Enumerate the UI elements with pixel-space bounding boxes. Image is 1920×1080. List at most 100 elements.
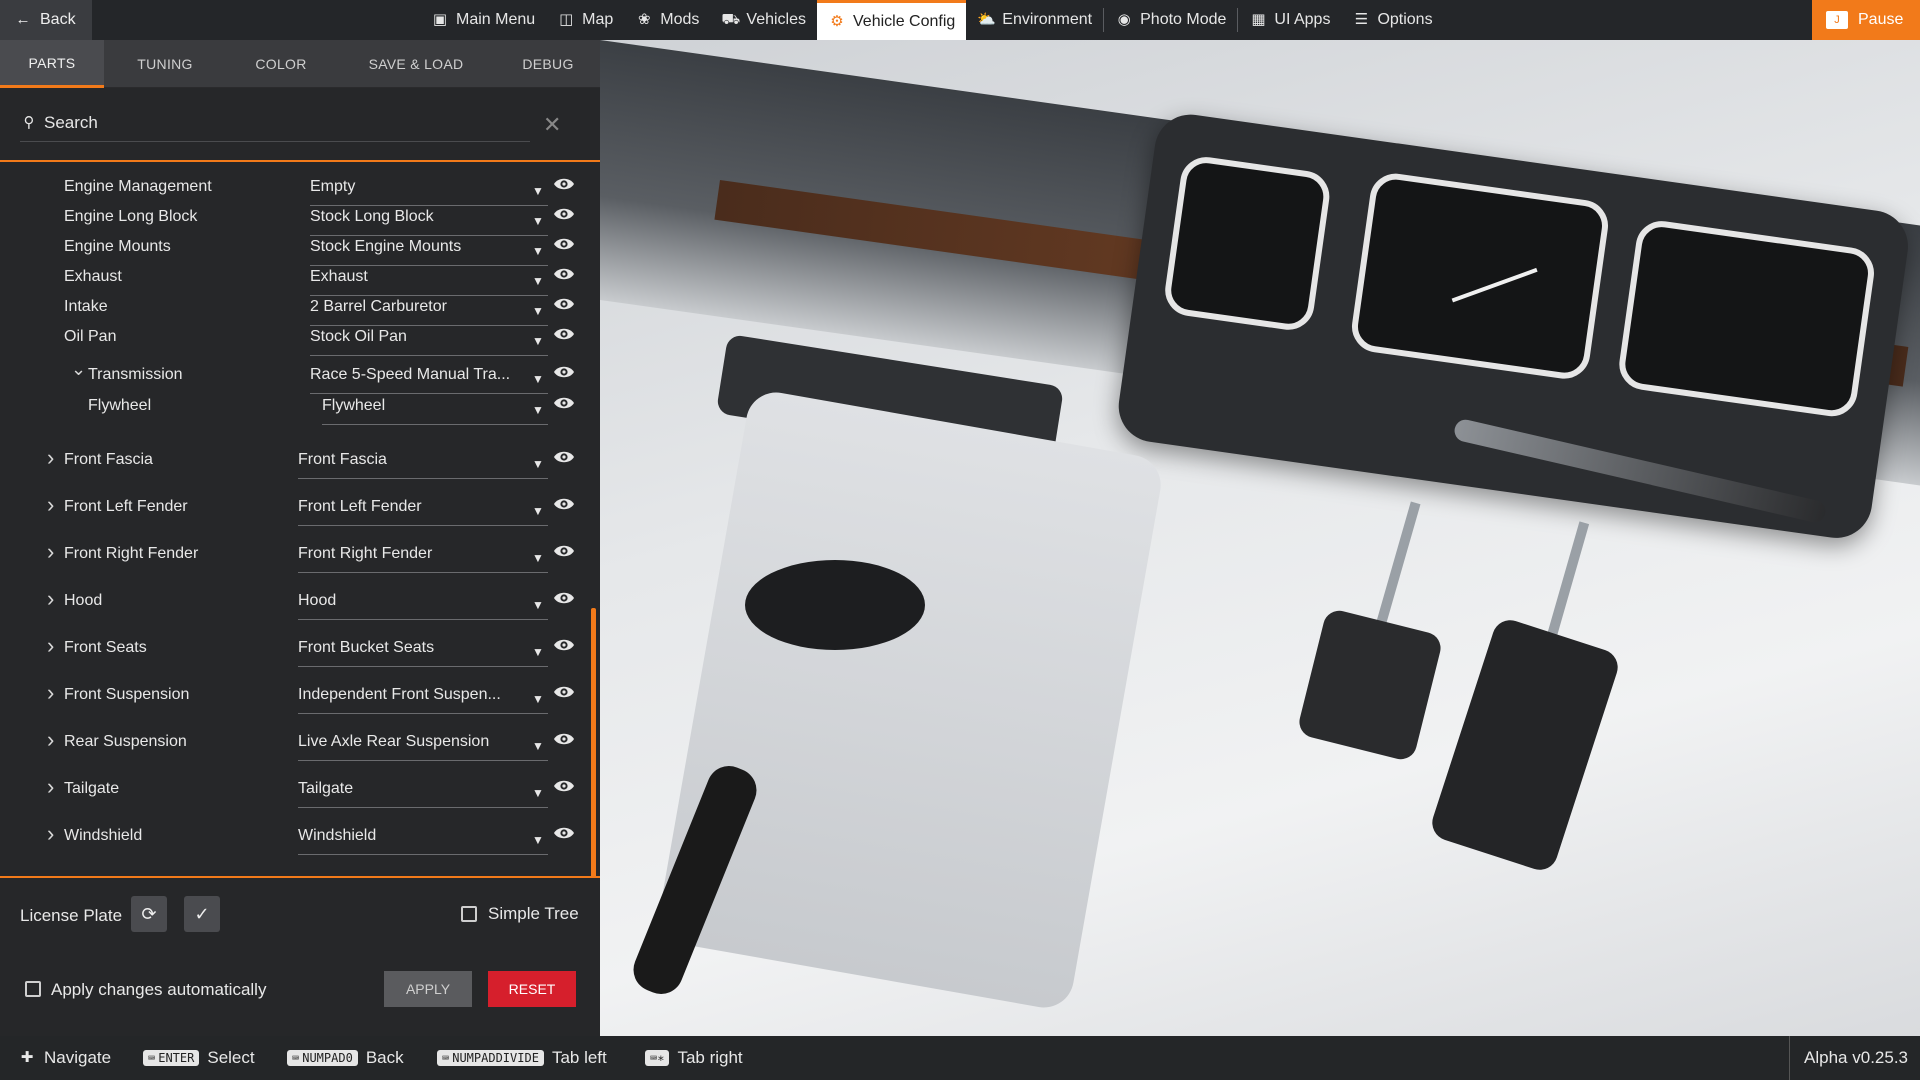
chevron-right-icon[interactable]: › — [47, 586, 54, 612]
part-select[interactable]: Flywheel — [322, 397, 548, 425]
chevron-down-icon[interactable]: ⌄ — [71, 359, 86, 380]
search-input[interactable]: Search — [44, 113, 98, 133]
nav-vehicles[interactable]: ⛟ Vehicles — [710, 0, 817, 40]
nav-options[interactable]: ☰ Options — [1341, 0, 1443, 40]
dropdown-arrow-icon[interactable]: ▼ — [529, 370, 547, 388]
part-row[interactable]: Oil Pan Stock Oil Pan ▼ — [0, 323, 590, 356]
back-button[interactable]: ← Back — [0, 0, 92, 40]
visibility-eye-icon[interactable] — [553, 543, 575, 559]
part-row[interactable]: Engine Mounts Stock Engine Mounts ▼ — [0, 233, 590, 266]
part-row[interactable]: › Windshield Windshield ▼ — [0, 821, 590, 855]
part-select[interactable]: Stock Oil Pan — [310, 328, 548, 356]
dropdown-arrow-icon[interactable]: ▼ — [529, 502, 547, 520]
nav-ui-apps[interactable]: ▦ UI Apps — [1238, 0, 1341, 40]
dropdown-arrow-icon[interactable]: ▼ — [529, 690, 547, 708]
part-select[interactable]: Tailgate — [298, 780, 548, 808]
dropdown-arrow-icon[interactable]: ▼ — [529, 212, 547, 230]
tab-debug[interactable]: DEBUG — [496, 40, 600, 88]
tab-tuning[interactable]: TUNING — [104, 40, 226, 88]
chevron-right-icon[interactable]: › — [47, 774, 54, 800]
part-row[interactable]: Engine Long Block Stock Long Block ▼ — [0, 203, 590, 236]
part-select[interactable]: Front Fascia — [298, 451, 548, 479]
randomize-plate-button[interactable]: ⟳ — [131, 896, 167, 932]
chevron-right-icon[interactable]: › — [47, 821, 54, 847]
vehicle-interior-viewport[interactable] — [600, 40, 1920, 1036]
part-row[interactable]: Engine Management Empty ▼ — [0, 173, 590, 206]
dropdown-arrow-icon[interactable]: ▼ — [529, 784, 547, 802]
part-select[interactable]: Windshield — [298, 827, 548, 855]
visibility-eye-icon[interactable] — [553, 731, 575, 747]
visibility-eye-icon[interactable] — [553, 395, 575, 411]
close-icon[interactable]: ✕ — [543, 112, 561, 138]
reset-button[interactable]: RESET — [488, 971, 576, 1007]
chevron-right-icon[interactable]: › — [47, 539, 54, 565]
visibility-eye-icon[interactable] — [553, 266, 575, 282]
visibility-eye-icon[interactable] — [553, 326, 575, 342]
visibility-eye-icon[interactable] — [553, 590, 575, 606]
visibility-eye-icon[interactable] — [553, 296, 575, 312]
chevron-right-icon[interactable]: › — [47, 445, 54, 471]
part-row[interactable]: Flywheel Flywheel ▼ — [0, 392, 590, 425]
visibility-eye-icon[interactable] — [553, 449, 575, 465]
chevron-right-icon[interactable]: › — [47, 633, 54, 659]
dropdown-arrow-icon[interactable]: ▼ — [529, 401, 547, 419]
tab-color[interactable]: COLOR — [226, 40, 336, 88]
apply-button[interactable]: APPLY — [384, 971, 472, 1007]
part-select[interactable]: Independent Front Suspen... — [298, 686, 548, 714]
part-row[interactable]: › Front Fascia Front Fascia ▼ — [0, 445, 590, 479]
dropdown-arrow-icon[interactable]: ▼ — [529, 643, 547, 661]
part-select[interactable]: Front Right Fender — [298, 545, 548, 573]
visibility-eye-icon[interactable] — [553, 637, 575, 653]
dropdown-arrow-icon[interactable]: ▼ — [529, 737, 547, 755]
part-row[interactable]: › Rear Suspension Live Axle Rear Suspensio… — [0, 727, 590, 761]
visibility-eye-icon[interactable] — [553, 778, 575, 794]
part-select[interactable]: Race 5-Speed Manual Tra... — [310, 366, 548, 394]
part-row[interactable]: › Tailgate Tailgate ▼ — [0, 774, 590, 808]
dropdown-arrow-icon[interactable]: ▼ — [529, 831, 547, 849]
part-select[interactable]: Stock Engine Mounts — [310, 238, 548, 266]
part-select[interactable]: Stock Long Block — [310, 208, 548, 236]
nav-environment[interactable]: ⛅ Environment — [966, 0, 1103, 40]
part-select[interactable]: Front Bucket Seats — [298, 639, 548, 667]
nav-main-menu[interactable]: ▣ Main Menu — [420, 0, 546, 40]
part-row[interactable]: › Hood Hood ▼ — [0, 586, 590, 620]
part-select[interactable]: Exhaust — [310, 268, 548, 296]
dropdown-arrow-icon[interactable]: ▼ — [529, 242, 547, 260]
visibility-eye-icon[interactable] — [553, 176, 575, 192]
chevron-right-icon[interactable]: › — [47, 680, 54, 706]
tab-parts[interactable]: PARTS — [0, 40, 104, 88]
part-row[interactable]: Exhaust Exhaust ▼ — [0, 263, 590, 296]
nav-map[interactable]: ◫ Map — [546, 0, 624, 40]
part-select[interactable]: Empty — [310, 178, 548, 206]
visibility-eye-icon[interactable] — [553, 825, 575, 841]
dropdown-arrow-icon[interactable]: ▼ — [529, 455, 547, 473]
visibility-eye-icon[interactable] — [553, 684, 575, 700]
part-select[interactable]: 2 Barrel Carburetor — [310, 298, 548, 326]
confirm-plate-button[interactable]: ✓ — [184, 896, 220, 932]
scrollbar[interactable] — [591, 608, 596, 878]
part-row[interactable]: › Front Right Fender Front Right Fender ▼ — [0, 539, 590, 573]
part-row[interactable]: ⌄ Transmission Race 5-Speed Manual Tra... ▼ — [0, 359, 590, 394]
part-select[interactable]: Front Left Fender — [298, 498, 548, 526]
dropdown-arrow-icon[interactable]: ▼ — [529, 332, 547, 350]
nav-vehicle-config[interactable]: ⚙ Vehicle Config — [817, 0, 967, 40]
part-select[interactable]: Hood — [298, 592, 548, 620]
visibility-eye-icon[interactable] — [553, 206, 575, 222]
dropdown-arrow-icon[interactable]: ▼ — [529, 272, 547, 290]
chevron-right-icon[interactable]: › — [47, 492, 54, 518]
simple-tree-checkbox[interactable] — [461, 906, 477, 922]
nav-photo-mode[interactable]: ◉ Photo Mode — [1104, 0, 1237, 40]
dropdown-arrow-icon[interactable]: ▼ — [529, 302, 547, 320]
dropdown-arrow-icon[interactable]: ▼ — [529, 549, 547, 567]
chevron-right-icon[interactable]: › — [47, 727, 54, 753]
apply-automatically-checkbox[interactable] — [25, 981, 41, 997]
pause-button[interactable]: J Pause — [1812, 0, 1920, 40]
search-field[interactable]: ⚲ Search — [20, 104, 530, 142]
visibility-eye-icon[interactable] — [553, 236, 575, 252]
dropdown-arrow-icon[interactable]: ▼ — [529, 182, 547, 200]
dropdown-arrow-icon[interactable]: ▼ — [529, 596, 547, 614]
part-row[interactable]: Intake 2 Barrel Carburetor ▼ — [0, 293, 590, 326]
part-select[interactable]: Live Axle Rear Suspension — [298, 733, 548, 761]
tab-save-load[interactable]: SAVE & LOAD — [336, 40, 496, 88]
part-row[interactable]: › Front Seats Front Bucket Seats ▼ — [0, 633, 590, 667]
